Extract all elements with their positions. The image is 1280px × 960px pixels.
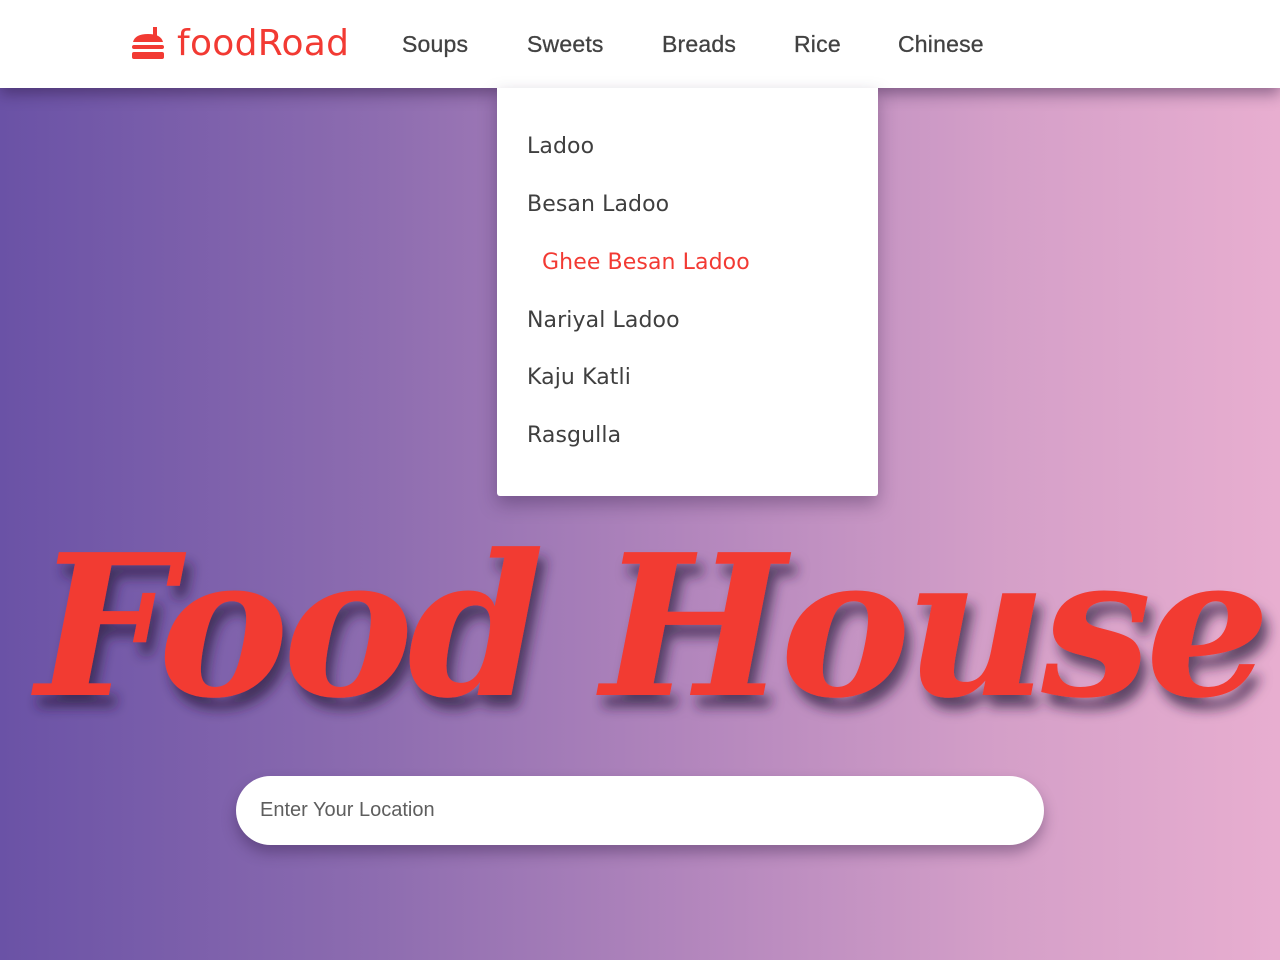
dropdown-item-ghee-besan-ladoo[interactable]: Ghee Besan Ladoo (542, 248, 750, 278)
location-search-input[interactable] (236, 776, 1044, 845)
dropdown-item-ladoo[interactable]: Ladoo (527, 132, 594, 162)
nav-item-soups[interactable]: Soups (402, 28, 468, 60)
nav-item-chinese[interactable]: Chinese (898, 28, 984, 60)
dropdown-item-kaju-katli[interactable]: Kaju Katli (527, 363, 631, 393)
nav-item-breads[interactable]: Breads (662, 28, 736, 60)
brand-logo[interactable]: foodRoad (131, 20, 349, 68)
burger-icon (132, 27, 164, 59)
dropdown-item-rasgulla[interactable]: Rasgulla (527, 421, 621, 451)
dropdown-item-nariyal-ladoo[interactable]: Nariyal Ladoo (527, 306, 680, 336)
nav-item-rice[interactable]: Rice (794, 28, 841, 60)
nav-item-sweets[interactable]: Sweets (527, 28, 604, 60)
navbar: foodRoad Soups Sweets Breads Rice Chines… (0, 0, 1280, 88)
hero-title-graphic: Food House (31, 512, 1271, 742)
sweets-dropdown-menu: Ladoo Besan Ladoo Ghee Besan Ladoo Nariy… (497, 88, 878, 496)
brand-name: foodRoad (177, 23, 350, 64)
dropdown-item-besan-ladoo[interactable]: Besan Ladoo (527, 190, 669, 220)
hero-title: Food House (31, 512, 1265, 742)
